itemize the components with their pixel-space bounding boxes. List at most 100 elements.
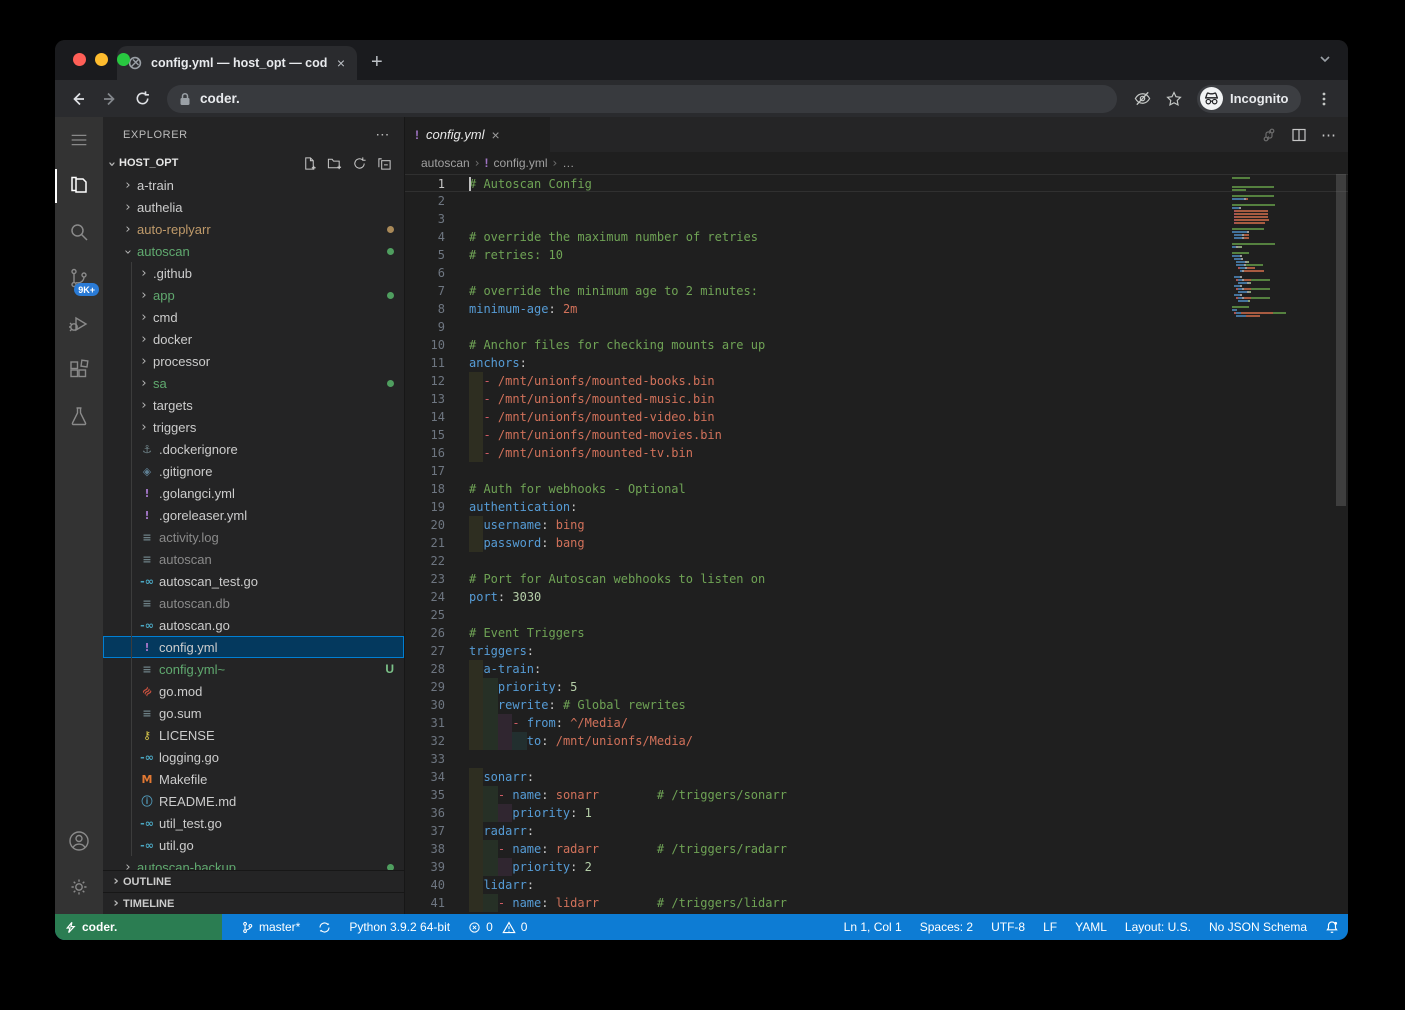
bookmark-star-icon[interactable] xyxy=(1161,90,1187,108)
code-line-31[interactable]: 31 - from: ^/Media/ xyxy=(405,714,1348,732)
code-line-14[interactable]: 14 - /mnt/unionfs/mounted-video.bin xyxy=(405,408,1348,426)
tree-file-go-sum[interactable]: ≡go.sum xyxy=(103,702,404,724)
tree-file--gitignore[interactable]: ◈.gitignore xyxy=(103,460,404,482)
refresh-icon[interactable] xyxy=(352,156,367,171)
code-line-18[interactable]: 18# Auth for webhooks - Optional xyxy=(405,480,1348,498)
tree-file-autoscan[interactable]: ≡autoscan xyxy=(103,548,404,570)
tree-folder-sa[interactable]: ›sa xyxy=(103,372,404,394)
explorer-more-actions[interactable]: ⋯ xyxy=(375,126,390,143)
tree-folder-a-train[interactable]: ›a-train xyxy=(103,174,404,196)
code-line-28[interactable]: 28 a-train: xyxy=(405,660,1348,678)
tree-file-makefile[interactable]: MMakefile xyxy=(103,768,404,790)
editor-more-actions[interactable]: ⋯ xyxy=(1321,126,1336,144)
code-line-39[interactable]: 39 priority: 2 xyxy=(405,858,1348,876)
tree-file--golangci-yml[interactable]: !.golangci.yml xyxy=(103,482,404,504)
code-line-7[interactable]: 7# override the minimum age to 2 minutes… xyxy=(405,282,1348,300)
code-line-8[interactable]: 8minimum-age: 2m xyxy=(405,300,1348,318)
code-line-25[interactable]: 25 xyxy=(405,606,1348,624)
code-line-34[interactable]: 34 sonarr: xyxy=(405,768,1348,786)
minimize-window-button[interactable] xyxy=(95,53,108,66)
code-line-20[interactable]: 20 username: bing xyxy=(405,516,1348,534)
maximize-window-button[interactable] xyxy=(117,53,130,66)
code-line-17[interactable]: 17 xyxy=(405,462,1348,480)
tree-file-go-mod[interactable]: ≋go.mod xyxy=(103,680,404,702)
code-line-4[interactable]: 4# override the maximum number of retrie… xyxy=(405,228,1348,246)
collapse-all-icon[interactable] xyxy=(377,156,392,171)
account-icon[interactable] xyxy=(55,818,103,864)
code-line-24[interactable]: 24port: 3030 xyxy=(405,588,1348,606)
forward-button[interactable] xyxy=(97,90,123,108)
tree-folder-processor[interactable]: ›processor xyxy=(103,350,404,372)
keyboard-layout-indicator[interactable]: Layout: U.S. xyxy=(1116,914,1200,940)
code-line-30[interactable]: 30 rewrite: # Global rewrites xyxy=(405,696,1348,714)
code-line-12[interactable]: 12 - /mnt/unionfs/mounted-books.bin xyxy=(405,372,1348,390)
timeline-section[interactable]: › TIMELINE xyxy=(103,892,404,914)
code-line-35[interactable]: 35 - name: sonarr # /triggers/sonarr xyxy=(405,786,1348,804)
tree-folder-triggers[interactable]: ›triggers xyxy=(103,416,404,438)
split-editor-icon[interactable] xyxy=(1291,127,1307,143)
breadcrumb-more[interactable]: … xyxy=(562,156,574,170)
eol-indicator[interactable]: LF xyxy=(1034,914,1066,940)
editor-scrollbar[interactable] xyxy=(1334,174,1348,914)
open-changes-icon[interactable] xyxy=(1261,127,1277,143)
language-mode-indicator[interactable]: YAML xyxy=(1066,914,1116,940)
outline-section[interactable]: › OUTLINE xyxy=(103,870,404,892)
tree-folder--github[interactable]: ›.github xyxy=(103,262,404,284)
tree-file-util-go[interactable]: -∞util.go xyxy=(103,834,404,856)
run-debug-icon[interactable] xyxy=(55,301,103,347)
tree-file-license[interactable]: ⚷LICENSE xyxy=(103,724,404,746)
code-line-27[interactable]: 27triggers: xyxy=(405,642,1348,660)
tab-close-icon[interactable]: × xyxy=(335,55,347,71)
git-branch-indicator[interactable]: master* xyxy=(232,914,309,940)
tree-folder-authelia[interactable]: ›authelia xyxy=(103,196,404,218)
code-line-36[interactable]: 36 priority: 1 xyxy=(405,804,1348,822)
tree-folder-auto-replyarr[interactable]: ›auto-replyarr xyxy=(103,218,404,240)
tree-file-readme-md[interactable]: ⓘREADME.md xyxy=(103,790,404,812)
encoding-indicator[interactable]: UTF-8 xyxy=(982,914,1034,940)
code-line-3[interactable]: 3 xyxy=(405,210,1348,228)
source-control-icon[interactable]: 9K+ xyxy=(55,255,103,301)
editor-tab-close-icon[interactable]: × xyxy=(492,127,500,143)
tree-file-activity-log[interactable]: ≡activity.log xyxy=(103,526,404,548)
new-tab-button[interactable]: + xyxy=(371,51,383,74)
code-line-13[interactable]: 13 - /mnt/unionfs/mounted-music.bin xyxy=(405,390,1348,408)
preview-eye-off-icon[interactable] xyxy=(1129,89,1155,108)
line-col-indicator[interactable]: Ln 1, Col 1 xyxy=(835,914,911,940)
code-line-19[interactable]: 19authentication: xyxy=(405,498,1348,516)
incognito-badge[interactable]: Incognito xyxy=(1197,85,1301,113)
code-line-41[interactable]: 41 - name: lidarr # /triggers/lidarr xyxy=(405,894,1348,912)
search-icon[interactable] xyxy=(55,209,103,255)
tree-file-config-yml[interactable]: !config.yml xyxy=(103,636,404,658)
workspace-root-row[interactable]: › HOST_OPT xyxy=(103,152,404,174)
tree-file-autoscan-db[interactable]: ≡autoscan.db xyxy=(103,592,404,614)
reload-button[interactable] xyxy=(129,90,155,107)
code-line-11[interactable]: 11anchors: xyxy=(405,354,1348,372)
tree-file--dockerignore[interactable]: ⚓.dockerignore xyxy=(103,438,404,460)
code-line-33[interactable]: 33 xyxy=(405,750,1348,768)
new-file-icon[interactable] xyxy=(302,156,317,171)
code-line-37[interactable]: 37 radarr: xyxy=(405,822,1348,840)
scrollbar-thumb[interactable] xyxy=(1336,174,1346,506)
code-line-6[interactable]: 6 xyxy=(405,264,1348,282)
tree-file-util-test-go[interactable]: -∞util_test.go xyxy=(103,812,404,834)
json-schema-indicator[interactable]: No JSON Schema xyxy=(1200,914,1316,940)
address-bar[interactable]: coder. xyxy=(167,85,1117,113)
code-line-2[interactable]: 2 xyxy=(405,192,1348,210)
new-folder-icon[interactable] xyxy=(327,156,342,171)
code-line-29[interactable]: 29 priority: 5 xyxy=(405,678,1348,696)
browser-menu-kebab-icon[interactable] xyxy=(1311,91,1337,107)
tree-folder-app[interactable]: ›app xyxy=(103,284,404,306)
tree-file-config-yml-[interactable]: ≡config.yml~U xyxy=(103,658,404,680)
editor-tab-config-yml[interactable]: ! config.yml × xyxy=(405,117,550,152)
notifications-bell-button[interactable] xyxy=(1316,914,1348,940)
code-line-26[interactable]: 26# Event Triggers xyxy=(405,624,1348,642)
tree-folder-autoscan[interactable]: ›autoscan xyxy=(103,240,404,262)
tree-folder-autoscan-backup[interactable]: ›autoscan-backup xyxy=(103,856,404,870)
explorer-icon[interactable] xyxy=(55,163,103,209)
tree-file-autoscan-go[interactable]: -∞autoscan.go xyxy=(103,614,404,636)
code-line-5[interactable]: 5# retries: 10 xyxy=(405,246,1348,264)
tree-folder-targets[interactable]: ›targets xyxy=(103,394,404,416)
breadcrumb[interactable]: autoscan › ! config.yml › … xyxy=(405,152,1348,174)
breadcrumb-folder[interactable]: autoscan xyxy=(421,156,470,170)
tree-file-autoscan-test-go[interactable]: -∞autoscan_test.go xyxy=(103,570,404,592)
